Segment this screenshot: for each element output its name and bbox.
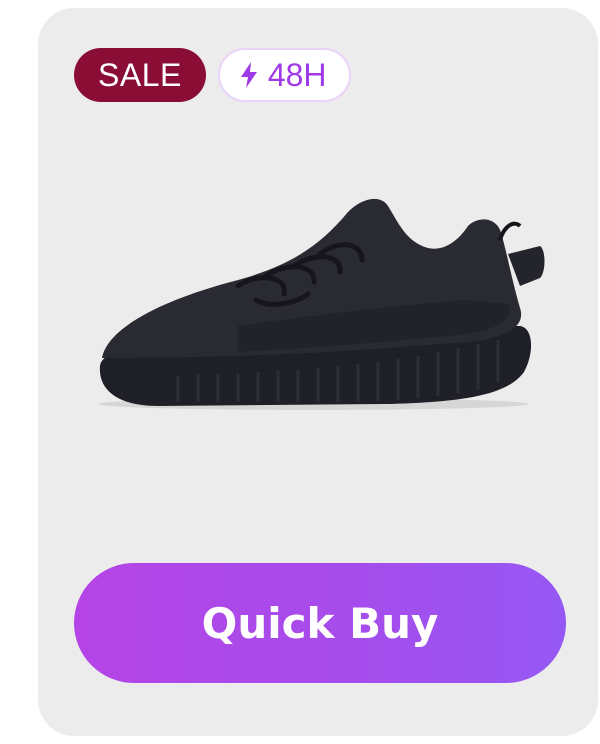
quick-buy-button[interactable]: Quick Buy: [74, 563, 566, 683]
product-card: SALE 48H Quick Buy: [38, 8, 598, 736]
badge-row: SALE 48H: [74, 48, 351, 102]
timer-badge: 48H: [217, 48, 351, 102]
sneaker-image: [98, 198, 545, 410]
lightning-bolt-icon: [240, 62, 257, 88]
timer-badge-label: 48H: [267, 56, 327, 93]
sale-badge-label: SALE: [98, 56, 182, 93]
product-image: [88, 176, 548, 436]
sale-badge: SALE: [74, 48, 206, 102]
